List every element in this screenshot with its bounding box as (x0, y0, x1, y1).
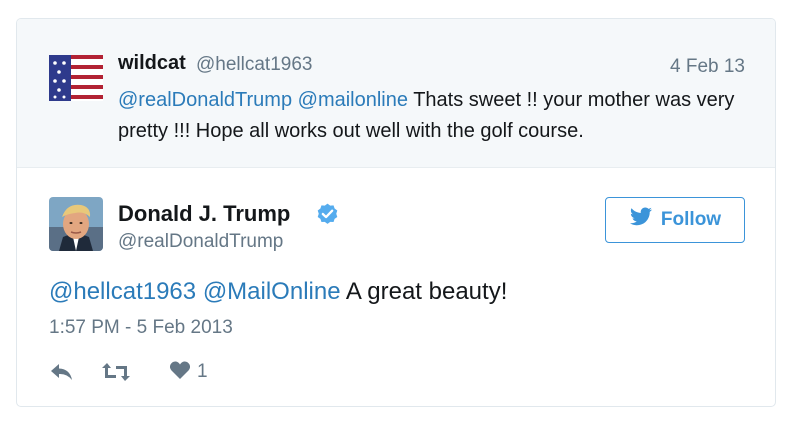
parent-tweet[interactable]: wildcat @hellcat1963 4 Feb 13 @realDonal… (17, 19, 775, 168)
tweet-timestamp[interactable]: 1:57 PM - 5 Feb 2013 (49, 317, 233, 339)
author-name[interactable]: Donald J. Trump (118, 201, 290, 227)
embedded-tweet-card: wildcat @hellcat1963 4 Feb 13 @realDonal… (16, 18, 776, 407)
verified-badge-icon (315, 201, 340, 226)
twitter-bird-icon (629, 207, 653, 233)
parent-mention-mailonline[interactable]: @mailonline (298, 89, 408, 111)
like-button[interactable]: 1 (169, 359, 208, 385)
retweet-icon[interactable] (101, 359, 131, 385)
tweet-body: A great beauty! (345, 278, 508, 305)
author-handle[interactable]: @realDonaldTrump (118, 231, 283, 253)
us-flag-icon[interactable] (49, 55, 103, 101)
mention-mailonline[interactable]: @MailOnline (203, 278, 341, 305)
heart-icon (169, 360, 191, 385)
parent-author-name[interactable]: wildcat (118, 52, 186, 75)
parent-mention-realdonaldtrump[interactable]: @realDonaldTrump (118, 89, 292, 111)
like-count: 1 (197, 361, 208, 382)
parent-tweet-text: @realDonaldTrump @mailonline Thats sweet… (118, 85, 748, 147)
mention-hellcat1963[interactable]: @hellcat1963 (49, 278, 196, 305)
avatar[interactable] (49, 197, 103, 251)
follow-label: Follow (660, 209, 722, 230)
tweet-text: @hellcat1963 @MailOnline A great beauty! (49, 278, 507, 306)
parent-tweet-date[interactable]: 4 Feb 13 (670, 56, 745, 78)
reply-icon[interactable] (49, 359, 75, 385)
parent-author-handle[interactable]: @hellcat1963 (196, 54, 312, 76)
follow-button[interactable]: Follow (605, 197, 745, 243)
